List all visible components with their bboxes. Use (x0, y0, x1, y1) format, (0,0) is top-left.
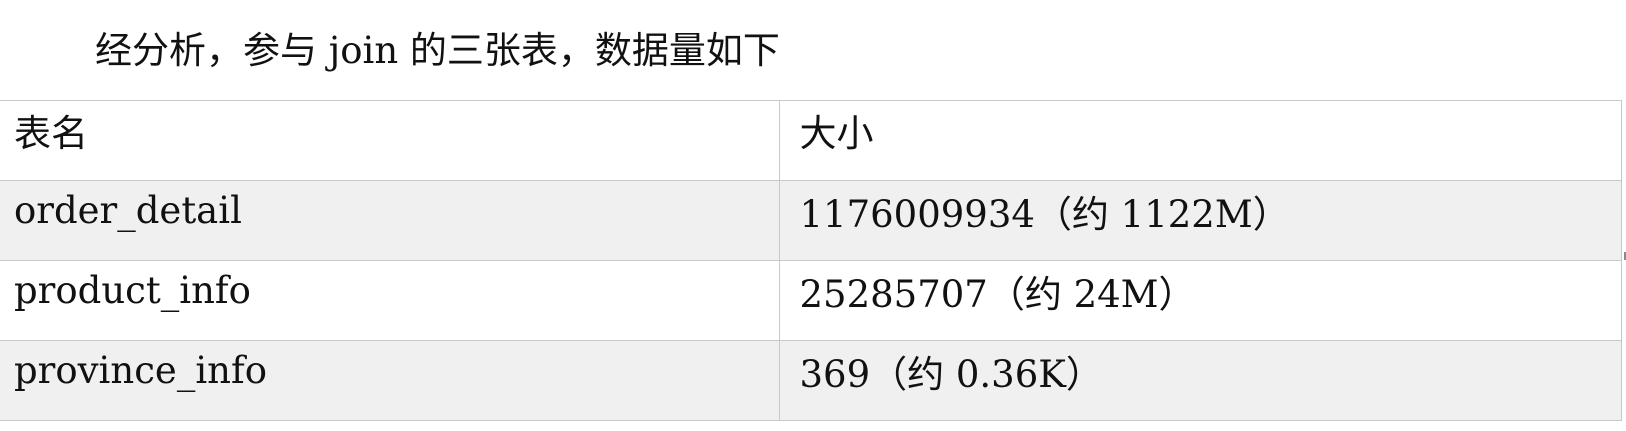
table-cell-size: 1176009934（约 1122M） (778, 180, 1622, 261)
table-header-row: 表名 大小 (0, 100, 1622, 181)
table-cell-size: 369（约 0.36K） (778, 340, 1622, 421)
header-size: 大小 (778, 100, 1622, 181)
intro-paragraph: 经分析，参与 join 的三张表，数据量如下 (95, 29, 780, 72)
table-row: order_detail 1176009934（约 1122M） (0, 180, 1622, 261)
table-cell-size: 25285707（约 24M） (778, 260, 1622, 341)
data-volume-table: 表名 大小 order_detail 1176009934（约 1122M） p… (0, 100, 1622, 421)
table-row: product_info 25285707（约 24M） (0, 260, 1622, 341)
table-cell-name: product_info (0, 260, 780, 341)
table-cell-name: province_info (0, 340, 780, 421)
table-row: province_info 369（约 0.36K） (0, 340, 1622, 421)
table-cell-name: order_detail (0, 180, 780, 261)
header-table-name: 表名 (0, 100, 780, 181)
